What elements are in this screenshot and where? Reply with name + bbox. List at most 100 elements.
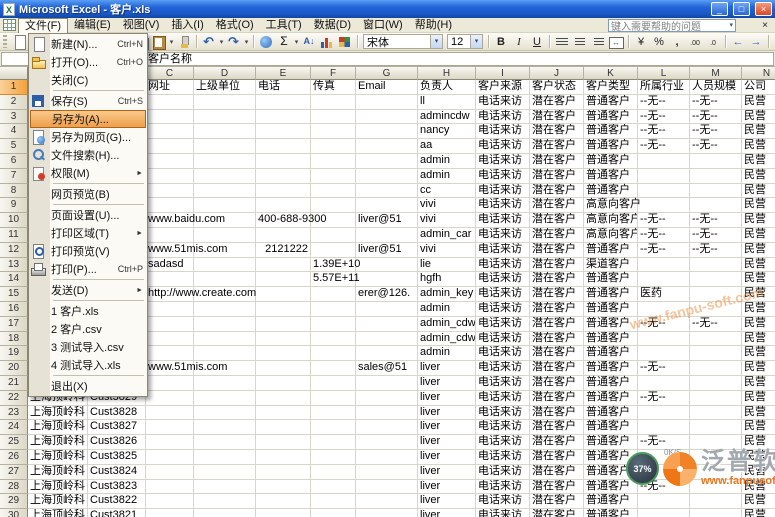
cell-L22[interactable]: --无-- xyxy=(638,391,690,406)
cell-J5[interactable]: 潜在客户 xyxy=(530,139,584,154)
cell-M18[interactable] xyxy=(690,332,742,347)
cell-L15[interactable]: 医药 xyxy=(638,287,690,302)
column-header-M[interactable]: M xyxy=(690,67,742,80)
cell-N9[interactable]: 民营 xyxy=(742,198,775,213)
cell-K21[interactable]: 普通客户 xyxy=(584,376,638,391)
cell-L24[interactable] xyxy=(638,420,690,435)
cell-J3[interactable]: 潜在客户 xyxy=(530,110,584,125)
cell-H28[interactable]: liver xyxy=(418,480,476,495)
cell-C22[interactable] xyxy=(146,391,194,406)
row-header-1[interactable]: 1 xyxy=(0,80,28,95)
toolbar-new-icon[interactable] xyxy=(11,34,27,50)
cell-B27[interactable]: Cust3824 xyxy=(88,465,146,480)
cell-L7[interactable] xyxy=(638,169,690,184)
cell-H8[interactable]: cc xyxy=(418,184,476,199)
cell-J2[interactable]: 潜在客户 xyxy=(530,95,584,110)
cell-D26[interactable] xyxy=(194,450,256,465)
cell-I13[interactable]: 电话来访 xyxy=(476,258,530,273)
cell-E28[interactable] xyxy=(256,480,311,495)
cell-I12[interactable]: 电话来访 xyxy=(476,243,530,258)
cell-I1[interactable]: 客户来源 xyxy=(476,80,530,95)
cell-G4[interactable] xyxy=(356,124,418,139)
cell-H1[interactable]: 负责人 xyxy=(418,80,476,95)
cell-D13[interactable] xyxy=(194,258,256,273)
cell-F22[interactable] xyxy=(311,391,356,406)
cell-F18[interactable] xyxy=(311,332,356,347)
cell-D21[interactable] xyxy=(194,376,256,391)
row-header-11[interactable]: 11 xyxy=(0,228,28,243)
cell-F13[interactable]: 1.39E+10 xyxy=(311,258,356,273)
cell-M8[interactable] xyxy=(690,184,742,199)
cell-H16[interactable]: admin xyxy=(418,302,476,317)
cell-G6[interactable] xyxy=(356,154,418,169)
cell-J8[interactable]: 潜在客户 xyxy=(530,184,584,199)
file-menu-item-10[interactable]: 页面设置(U)... xyxy=(30,206,146,224)
cell-D30[interactable] xyxy=(194,509,256,517)
cell-N18[interactable]: 民营 xyxy=(742,332,775,347)
cell-F24[interactable] xyxy=(311,420,356,435)
cell-F8[interactable] xyxy=(311,184,356,199)
cell-D8[interactable] xyxy=(194,184,256,199)
cell-K29[interactable]: 普通客户 xyxy=(584,494,638,509)
cell-G27[interactable] xyxy=(356,465,418,480)
cell-H27[interactable]: liver xyxy=(418,465,476,480)
cell-J1[interactable]: 客户状态 xyxy=(530,80,584,95)
cell-J22[interactable]: 潜在客户 xyxy=(530,391,584,406)
cell-J11[interactable]: 潜在客户 xyxy=(530,228,584,243)
cell-E30[interactable] xyxy=(256,509,311,517)
menubar-item-视图(V)[interactable]: 视图(V) xyxy=(117,18,166,32)
cell-B24[interactable]: Cust3827 xyxy=(88,420,146,435)
toolbar-drawing-icon[interactable] xyxy=(337,34,353,50)
cell-D27[interactable] xyxy=(194,465,256,480)
cell-D18[interactable] xyxy=(194,332,256,347)
cell-E25[interactable] xyxy=(256,435,311,450)
cell-A28[interactable]: 上海顶岭科 xyxy=(28,480,88,495)
cell-M12[interactable]: --无-- xyxy=(690,243,742,258)
cell-I18[interactable]: 电话来访 xyxy=(476,332,530,347)
cell-L10[interactable]: --无-- xyxy=(638,213,690,228)
column-header-D[interactable]: D xyxy=(194,67,256,80)
cell-I8[interactable]: 电话来访 xyxy=(476,184,530,199)
cell-N13[interactable]: 民营 xyxy=(742,258,775,273)
toolbar-grip[interactable] xyxy=(3,35,7,48)
row-header-3[interactable]: 3 xyxy=(0,110,28,125)
cell-F2[interactable] xyxy=(311,95,356,110)
toolbar-redo-icon[interactable] xyxy=(226,34,242,50)
cell-F5[interactable] xyxy=(311,139,356,154)
cell-K18[interactable]: 普通客户 xyxy=(584,332,638,347)
row-header-29[interactable]: 29 xyxy=(0,494,28,509)
cell-I28[interactable]: 电话来访 xyxy=(476,480,530,495)
cell-N16[interactable]: 民营 xyxy=(742,302,775,317)
cell-E16[interactable] xyxy=(256,302,311,317)
cell-H24[interactable]: liver xyxy=(418,420,476,435)
cell-J25[interactable]: 潜在客户 xyxy=(530,435,584,450)
cell-F23[interactable] xyxy=(311,406,356,421)
cell-J26[interactable]: 潜在客户 xyxy=(530,450,584,465)
cell-M9[interactable] xyxy=(690,198,742,213)
cell-C17[interactable] xyxy=(146,317,194,332)
cell-L21[interactable] xyxy=(638,376,690,391)
cell-I27[interactable]: 电话来访 xyxy=(476,465,530,480)
cell-C4[interactable] xyxy=(146,124,194,139)
cell-N3[interactable]: 民营 xyxy=(742,110,775,125)
cell-B29[interactable]: Cust3822 xyxy=(88,494,146,509)
column-header-K[interactable]: K xyxy=(584,67,638,80)
cell-J13[interactable]: 潜在客户 xyxy=(530,258,584,273)
menubar-item-格式(O)[interactable]: 格式(O) xyxy=(210,18,260,32)
formula-input[interactable]: 客户名称 xyxy=(144,52,774,66)
file-menu-item-19[interactable]: 退出(X) xyxy=(30,377,146,395)
cell-H20[interactable]: liver xyxy=(418,361,476,376)
cell-J7[interactable]: 潜在客户 xyxy=(530,169,584,184)
cell-M24[interactable] xyxy=(690,420,742,435)
cell-E29[interactable] xyxy=(256,494,311,509)
cell-I7[interactable]: 电话来访 xyxy=(476,169,530,184)
cell-K7[interactable]: 普通客户 xyxy=(584,169,638,184)
cell-E22[interactable] xyxy=(256,391,311,406)
cell-J24[interactable]: 潜在客户 xyxy=(530,420,584,435)
cell-L6[interactable] xyxy=(638,154,690,169)
cell-A25[interactable]: 上海顶岭科 xyxy=(28,435,88,450)
cell-K14[interactable]: 普通客户 xyxy=(584,272,638,287)
cell-C14[interactable] xyxy=(146,272,194,287)
cell-H10[interactable]: vivi xyxy=(418,213,476,228)
cell-E21[interactable] xyxy=(256,376,311,391)
